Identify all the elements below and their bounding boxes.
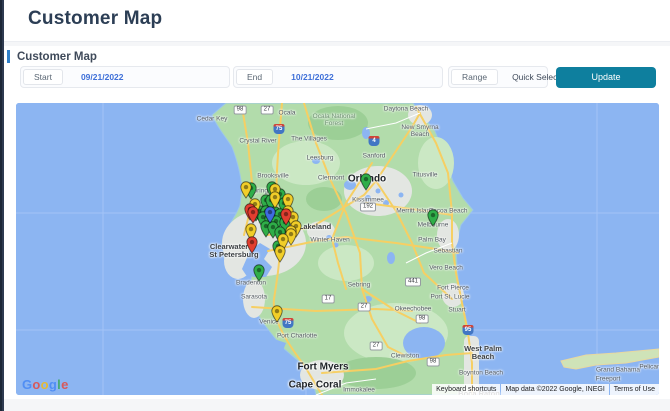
- range-select-field[interactable]: Range Quick Select: [448, 66, 560, 88]
- map-city-label: Okeechobee: [394, 305, 432, 313]
- attribution-link[interactable]: Terms of Use: [609, 384, 659, 395]
- us-route-shield-icon: 17: [321, 294, 335, 304]
- google-logo-letter: G: [22, 377, 33, 392]
- map-city-label: Fort Myers: [297, 361, 349, 373]
- customer-map-page: Customer Map Customer Map Start 09/21/20…: [0, 0, 670, 411]
- map-city-label: Kissimmee: [352, 196, 384, 204]
- us-route-shield-icon: 98: [233, 105, 247, 115]
- map-city-label: Boynton Beach: [458, 369, 504, 377]
- map-city-label: Clewiston: [390, 352, 420, 360]
- yellow-map-pin-icon[interactable]: [274, 245, 286, 263]
- us-route-shield-icon: 98: [415, 314, 429, 324]
- map-city-label: Pelican: [639, 363, 659, 371]
- map-city-label: Immokalee: [343, 386, 375, 394]
- map-city-label: Crystal River: [239, 137, 277, 145]
- us-route-shield-icon: 98: [426, 357, 440, 367]
- map-city-label: Ocala National Forest: [312, 112, 356, 127]
- green-map-pin-icon[interactable]: [427, 209, 439, 227]
- map-city-label: Cedar Key: [196, 115, 228, 123]
- map-city-label: Sebring: [347, 281, 371, 289]
- map-city-label: New Smyrna Beach: [401, 123, 439, 138]
- map-data-credit: Map data ©2022 Google, INEGI: [501, 384, 609, 395]
- end-date-value[interactable]: 10/21/2022: [291, 72, 334, 82]
- map-city-label: West Palm Beach: [464, 343, 502, 361]
- map-city-label: Stuart: [448, 306, 466, 314]
- green-map-pin-icon[interactable]: [253, 264, 265, 282]
- page-title: Customer Map: [28, 8, 163, 29]
- green-map-pin-icon[interactable]: [360, 173, 372, 191]
- map-city-label: Palm Bay: [418, 236, 446, 244]
- map-city-label: Winter Haven: [310, 236, 350, 244]
- map-city-label: Port St. Lucie: [430, 293, 470, 301]
- google-logo-letter: g: [48, 377, 58, 392]
- us-route-shield-icon: 441: [404, 277, 422, 287]
- map-city-label: Titusville: [412, 171, 438, 179]
- section-title: Customer Map: [17, 50, 97, 63]
- map-city-label: Sebastian: [433, 247, 463, 255]
- yellow-map-pin-icon[interactable]: [271, 305, 283, 323]
- red-map-pin-icon[interactable]: [280, 208, 292, 226]
- range-value[interactable]: Quick Select: [512, 72, 560, 82]
- google-logo[interactable]: Google: [22, 377, 69, 392]
- update-button[interactable]: Update: [556, 66, 656, 88]
- interstate-shield-icon: 95: [462, 325, 474, 335]
- start-date-value[interactable]: 09/21/2022: [81, 72, 124, 82]
- google-logo-letter: o: [32, 377, 41, 392]
- us-route-shield-icon: 192: [359, 202, 377, 212]
- range-label: Range: [451, 69, 499, 85]
- us-route-shield-icon: 27: [260, 105, 274, 115]
- interstate-shield-icon: 75: [282, 318, 294, 328]
- google-logo-letter: e: [61, 377, 69, 392]
- map-city-label: Port Charlotte: [276, 332, 318, 340]
- blue-map-pin-icon[interactable]: [264, 206, 276, 224]
- attribution-link[interactable]: Keyboard shortcuts: [432, 384, 501, 395]
- interstate-shield-icon: 75: [273, 124, 285, 134]
- red-map-pin-icon[interactable]: [247, 206, 259, 224]
- red-map-pin-icon[interactable]: [246, 236, 258, 254]
- map-city-label: Daytona Beach: [383, 105, 429, 113]
- yellow-map-pin-icon[interactable]: [240, 181, 252, 199]
- start-date-field[interactable]: Start 09/21/2022: [20, 66, 230, 88]
- map-overlay: Cedar Key Ocala Ocala National Forest Dayto…: [16, 103, 659, 395]
- map-city-label: Cape Coral: [288, 379, 342, 391]
- map-city-label: Sarasota: [240, 293, 268, 301]
- map-city-label: Freeport: [595, 375, 621, 383]
- interstate-shield-icon: 4: [368, 136, 380, 146]
- map-city-label: Leesburg: [306, 154, 334, 162]
- map-city-label: Brooksville: [257, 172, 289, 180]
- map-city-label: Sanford: [362, 152, 386, 160]
- us-route-shield-icon: 27: [357, 302, 371, 312]
- map-city-label: Lakeland: [298, 221, 332, 231]
- map-city-label: The Villages: [291, 135, 327, 143]
- filter-toolbar: Start 09/21/2022 End 10/21/2022 Range Qu…: [20, 66, 656, 88]
- end-date-field[interactable]: End 10/21/2022: [233, 66, 443, 88]
- start-date-label: Start: [23, 69, 63, 85]
- end-date-label: End: [236, 69, 274, 85]
- section-header: Customer Map: [7, 50, 97, 63]
- map-city-label: Fort Pierce: [437, 284, 469, 292]
- map-city-label: Ocala: [278, 109, 296, 117]
- map-city-label: Clermont: [317, 174, 345, 182]
- section-accent-bar: [7, 50, 10, 63]
- map-city-label: Vero Beach: [429, 264, 463, 272]
- map-attribution-bar: Keyboard shortcuts Map data ©2022 Google,…: [431, 384, 659, 395]
- us-route-shield-icon: 27: [369, 341, 383, 351]
- map-city-label: Grand Bahama: [595, 366, 641, 374]
- customer-map-canvas[interactable]: Cedar Key Ocala Ocala National Forest Dayto…: [16, 103, 659, 395]
- google-logo-letter: o: [40, 377, 49, 392]
